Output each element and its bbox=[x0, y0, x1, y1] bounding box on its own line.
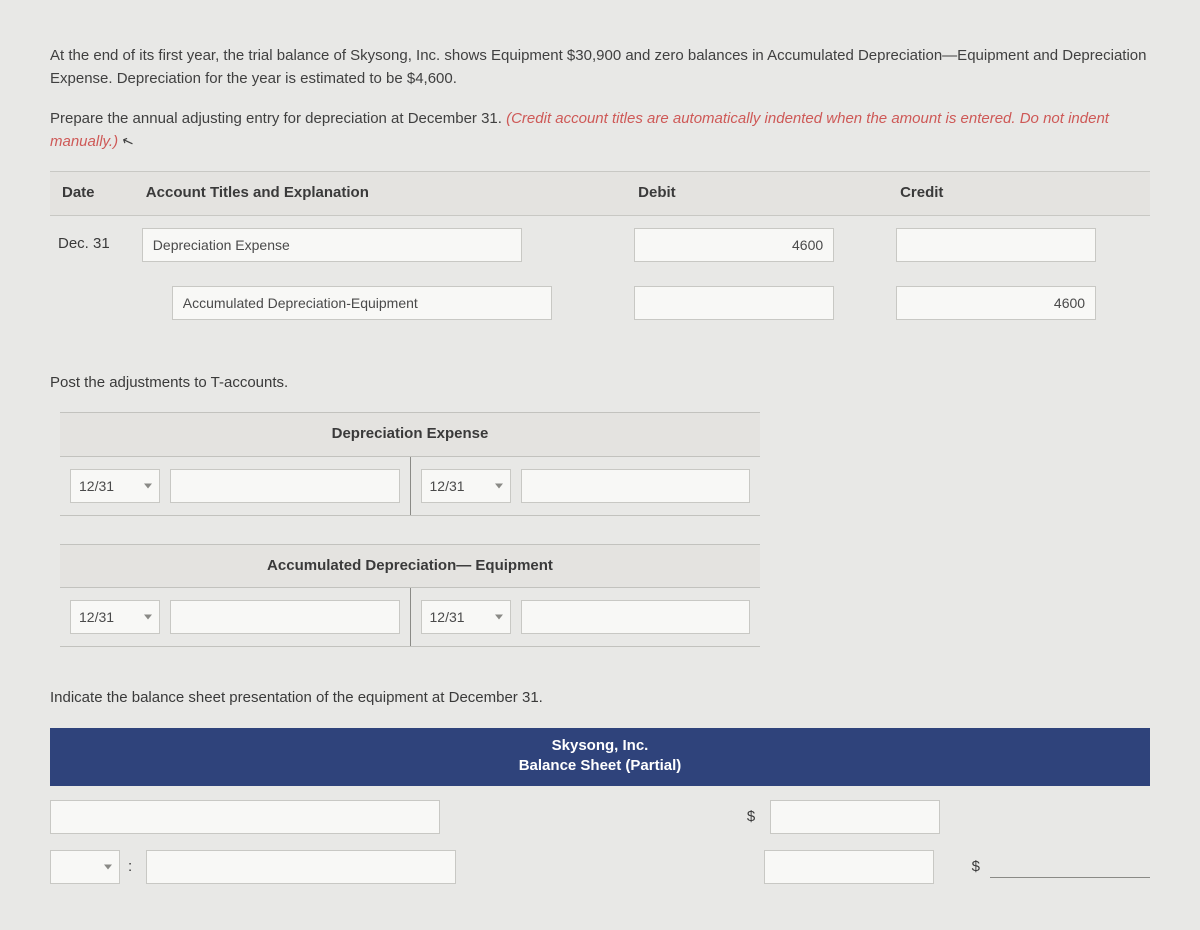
t-account-amount-input[interactable] bbox=[170, 469, 400, 503]
col-header-debit: Debit bbox=[626, 172, 888, 216]
t-account-title: Depreciation Expense bbox=[60, 412, 760, 457]
col-header-account: Account Titles and Explanation bbox=[134, 172, 626, 216]
instruction-text: Prepare the annual adjusting entry for d… bbox=[50, 110, 506, 127]
debit-input[interactable] bbox=[634, 286, 834, 320]
bs-result-line bbox=[990, 856, 1150, 878]
balance-sheet-row: : $ bbox=[50, 850, 1150, 884]
bs-line-label-input[interactable] bbox=[50, 800, 440, 834]
account-title-input[interactable] bbox=[172, 286, 552, 320]
credit-input[interactable] bbox=[896, 228, 1096, 262]
account-title-input[interactable] bbox=[142, 228, 522, 262]
t-account: Accumulated Depreciation— Equipment bbox=[60, 544, 760, 648]
t-account: Depreciation Expense bbox=[60, 412, 760, 516]
bs-amount-input[interactable] bbox=[764, 850, 934, 884]
currency-spacer bbox=[736, 856, 754, 879]
currency-symbol: $ bbox=[972, 858, 980, 875]
colon-text: : bbox=[128, 856, 132, 879]
t-account-date-select[interactable] bbox=[70, 469, 160, 503]
t-account-date-select[interactable] bbox=[70, 600, 160, 634]
balance-sheet-row: $ bbox=[50, 800, 1150, 834]
t-account-date-select[interactable] bbox=[421, 600, 511, 634]
debit-input[interactable] bbox=[634, 228, 834, 262]
currency-symbol: $ bbox=[742, 806, 760, 829]
col-header-date: Date bbox=[50, 172, 134, 216]
journal-date bbox=[50, 274, 134, 332]
bs-line-label-input[interactable] bbox=[146, 850, 456, 884]
t-account-amount-input[interactable] bbox=[170, 600, 400, 634]
t-account-amount-input[interactable] bbox=[521, 600, 751, 634]
journal-row bbox=[50, 274, 1150, 332]
t-account-date-select[interactable] bbox=[421, 469, 511, 503]
problem-paragraph-2: Prepare the annual adjusting entry for d… bbox=[50, 108, 1150, 153]
balance-sheet-title: Balance Sheet (Partial) bbox=[50, 756, 1150, 776]
bs-amount-input[interactable] bbox=[770, 800, 940, 834]
bs-line-select[interactable] bbox=[50, 850, 120, 884]
t-account-amount-input[interactable] bbox=[521, 469, 751, 503]
credit-input[interactable] bbox=[896, 286, 1096, 320]
cursor-icon: ↖ bbox=[119, 129, 137, 153]
journal-entry-table: Date Account Titles and Explanation Debi… bbox=[50, 171, 1150, 332]
balance-sheet-header: Skysong, Inc. Balance Sheet (Partial) bbox=[50, 728, 1150, 787]
journal-row: Dec. 31 bbox=[50, 215, 1150, 274]
company-name: Skysong, Inc. bbox=[50, 736, 1150, 756]
balance-sheet-intro: Indicate the balance sheet presentation … bbox=[50, 687, 1150, 710]
taccounts-intro: Post the adjustments to T-accounts. bbox=[50, 372, 1150, 395]
problem-paragraph-1: At the end of its first year, the trial … bbox=[50, 45, 1150, 90]
journal-date: Dec. 31 bbox=[50, 215, 134, 274]
col-header-credit: Credit bbox=[888, 172, 1150, 216]
t-account-title: Accumulated Depreciation— Equipment bbox=[60, 544, 760, 589]
